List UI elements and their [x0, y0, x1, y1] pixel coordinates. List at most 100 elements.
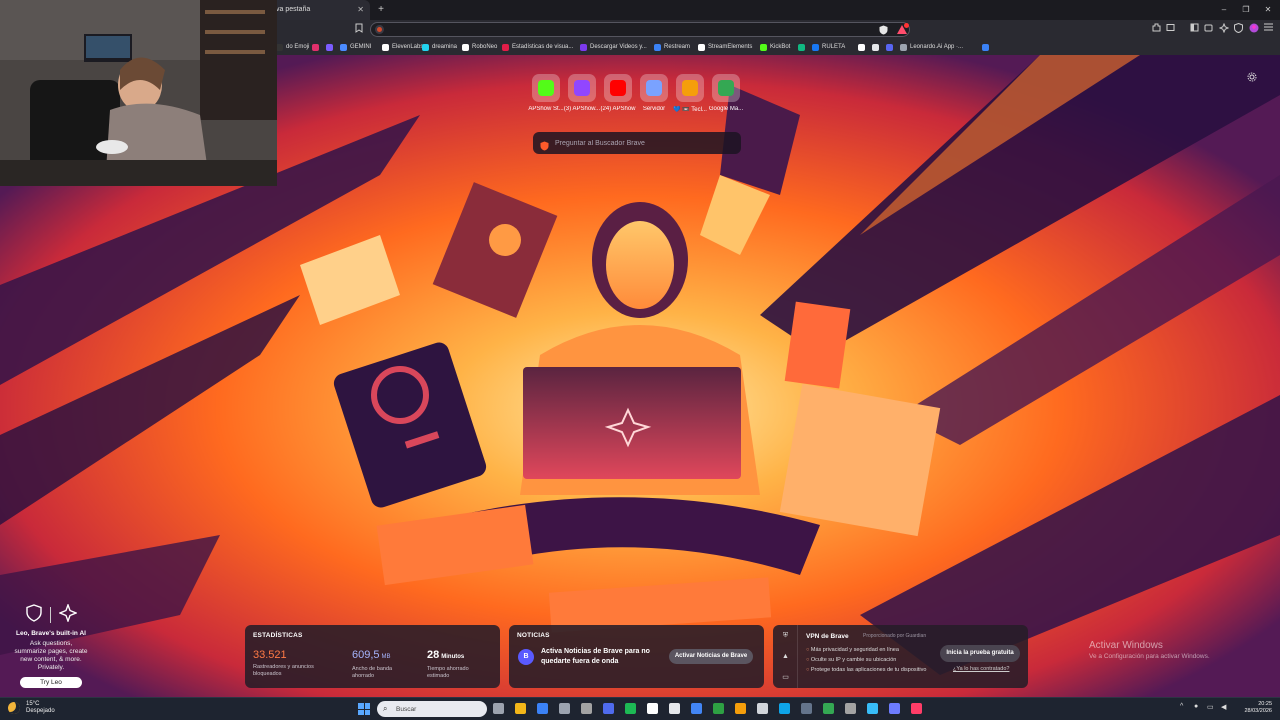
taskbar-app-icon[interactable] [603, 703, 614, 714]
keyboard-icon[interactable]: ▭ [1207, 703, 1214, 711]
taskbar-app-icon[interactable] [559, 703, 570, 714]
top-site-label: Servidor [642, 106, 666, 112]
top-site-tile[interactable]: (3) APShow... [562, 74, 602, 116]
taskbar-app-icon[interactable] [735, 703, 746, 714]
bookmark-item[interactable]: StreamElements [698, 42, 752, 52]
taskbar-search[interactable]: ⌕ [377, 701, 487, 717]
brave-shields-icon[interactable] [879, 25, 888, 35]
bookmark-item[interactable] [886, 42, 896, 52]
extension-icon[interactable] [1151, 23, 1162, 35]
bookmark-item[interactable] [872, 42, 882, 52]
top-site-tile[interactable]: 💙 📼 Tecl... [670, 74, 710, 116]
search-input[interactable] [553, 135, 733, 151]
bookmark-item[interactable] [982, 42, 992, 52]
bookmark-item[interactable] [858, 42, 868, 52]
vpn-already-purchased-link[interactable]: ¿Ya lo has contratado? [953, 666, 1009, 672]
top-site-label: (3) APShow... [563, 106, 601, 112]
bookmark-item[interactable] [798, 42, 808, 52]
taskbar-app-icon[interactable] [801, 703, 812, 714]
vpn-feature: Protege todas las aplicaciones de tu dis… [806, 665, 927, 675]
bookmark-favicon-icon [886, 43, 893, 51]
bookmark-item[interactable]: RULETA [812, 42, 845, 52]
top-site-label: Google Ma... [708, 106, 744, 112]
talk-icon[interactable]: ▭ [781, 673, 790, 682]
taskbar-app-icon[interactable] [537, 703, 548, 714]
maximize-button[interactable]: ❐ [1236, 0, 1256, 20]
bookmark-item[interactable]: KickBot [760, 42, 790, 52]
address-bar[interactable] [370, 22, 910, 37]
brave-rewards-icon[interactable] [896, 23, 909, 36]
show-hidden-icons-icon[interactable]: ^ [1180, 703, 1183, 710]
taskbar-app-icon[interactable] [845, 703, 856, 714]
address-input[interactable] [387, 23, 867, 36]
taskbar-app-icon[interactable] [823, 703, 834, 714]
system-clock[interactable]: 20:25 28/03/2026 [1236, 701, 1272, 715]
divider [49, 607, 51, 623]
top-site-tile[interactable]: Google Ma... [706, 74, 746, 116]
activate-news-button[interactable]: Activar Noticias de Brave [669, 649, 753, 664]
bookmark-item[interactable]: Leonardo.Ai App ·... [900, 42, 963, 52]
brave-lion-icon [25, 603, 42, 627]
leo-icon[interactable] [1218, 22, 1229, 35]
sidebar-icon[interactable] [1189, 23, 1200, 35]
bookmark-item[interactable]: Estadísticas de visua... [502, 42, 573, 52]
start-button[interactable] [358, 703, 370, 715]
bookmark-item[interactable]: RoboNeo [462, 42, 497, 52]
bookmark-label: Descargar Videos y... [590, 44, 647, 50]
leo-description: Ask questions, summarize pages, create n… [14, 640, 88, 671]
bookmark-favicon-icon [382, 43, 389, 51]
taskbar-app-icon[interactable] [911, 703, 922, 714]
taskbar-app-icon[interactable] [867, 703, 878, 714]
taskbar-app-icon[interactable] [515, 703, 526, 714]
taskbar-app-icon[interactable] [713, 703, 724, 714]
close-tab-icon[interactable]: ✕ [357, 0, 364, 20]
leo-title: Leo, Brave's built-in AI [16, 630, 86, 637]
try-leo-button[interactable]: Try Leo [20, 677, 82, 688]
volume-icon[interactable]: ◀ [1221, 703, 1226, 711]
bookmark-item[interactable] [326, 42, 336, 52]
rewards-triangle-icon[interactable]: ▲ [781, 652, 790, 661]
search-box[interactable] [533, 132, 741, 154]
taskbar-app-icon[interactable] [889, 703, 900, 714]
bookmark-item[interactable]: dreamina [422, 42, 457, 52]
minimize-button[interactable]: – [1214, 0, 1234, 20]
taskbar-app-icon[interactable] [669, 703, 680, 714]
top-site-tile[interactable]: (24) APShow [598, 74, 638, 116]
tab-new-tab[interactable]: va pestaña ✕ [268, 0, 370, 20]
close-window-button[interactable]: ✕ [1258, 0, 1278, 20]
microphone-icon[interactable]: ● [1194, 703, 1198, 710]
taskbar-app-icon[interactable] [779, 703, 790, 714]
new-tab-button[interactable]: + [374, 0, 388, 20]
bookmarks-bar: do Emoji GEMINI ElevenLabs dreamina RoboNeo E… [276, 39, 1280, 55]
vpn-shield-icon[interactable]: ⛨ [781, 631, 790, 640]
stat-value: 28 Minutos [427, 649, 465, 661]
bookmark-item[interactable]: GEMINI [340, 42, 371, 52]
bookmark-item[interactable] [312, 42, 322, 52]
bookmark-item[interactable]: Descargar Videos y... [580, 42, 647, 52]
bookmark-item[interactable]: do Emoji [276, 42, 309, 52]
vpn-card: ⛨ ▲ ▭ VPN de Brave Proporcionado por Gua… [773, 625, 1028, 688]
taskbar-app-icon[interactable] [757, 703, 768, 714]
site-info-icon[interactable] [375, 25, 384, 34]
top-site-tile[interactable]: APShow St... [526, 74, 566, 116]
menu-icon[interactable] [1263, 23, 1274, 35]
top-site-tile[interactable]: Servidor [634, 74, 674, 116]
settings-gear-icon[interactable] [1246, 72, 1258, 84]
bookmark-item[interactable]: ElevenLabs [382, 42, 423, 52]
taskbar-search-input[interactable] [394, 703, 482, 715]
taskbar-app-icon[interactable] [581, 703, 592, 714]
bookmark-favicon-icon [872, 43, 879, 51]
vpn-icon[interactable] [1233, 22, 1244, 35]
taskbar-app-icon[interactable] [625, 703, 636, 714]
maps-icon [712, 74, 740, 102]
screenshot-icon[interactable] [1165, 23, 1176, 35]
profile-avatar-icon[interactable] [1248, 23, 1259, 35]
wallet-icon[interactable] [1203, 23, 1214, 35]
taskbar-app-icon[interactable] [647, 703, 658, 714]
bookmark-item[interactable]: Restream [654, 42, 690, 52]
weather-widget[interactable]: 15°C Despejado [8, 701, 55, 715]
taskbar-app-icon[interactable] [691, 703, 702, 714]
taskbar-app-icon[interactable] [493, 703, 504, 714]
bookmark-icon[interactable] [353, 23, 365, 36]
vpn-trial-button[interactable]: Inicia la prueba gratuita [940, 645, 1020, 662]
